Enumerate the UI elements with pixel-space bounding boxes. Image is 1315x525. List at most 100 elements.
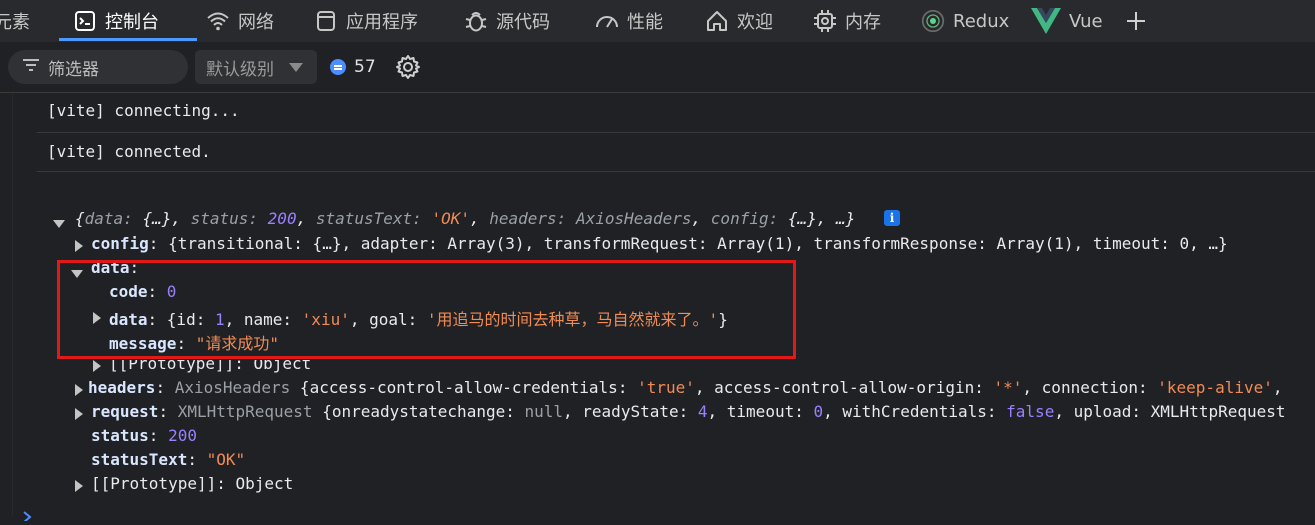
console-message[interactable]: [vite] connecting...	[37, 93, 1315, 133]
tab-label: 元素	[0, 12, 30, 33]
config-property[interactable]: config: {transitional: {…}, adapter: Arr…	[91, 234, 1228, 253]
expand-arrow-closed[interactable]	[75, 405, 83, 424]
summary-value: {…}	[787, 209, 817, 228]
tab-label: 应用程序	[346, 12, 418, 33]
property-key: config	[91, 234, 149, 253]
expand-arrow-closed[interactable]	[93, 357, 101, 376]
property-text: {access-control-allow-credentials:	[290, 378, 638, 397]
expand-arrow-closed[interactable]	[75, 477, 83, 496]
response-object-summary[interactable]: {data: {…}, status: 200, statusText: 'OK…	[75, 209, 855, 228]
bug-icon	[464, 9, 488, 33]
summary-key: config	[710, 209, 769, 228]
expand-arrow-closed[interactable]	[75, 381, 83, 400]
comma: ,	[296, 209, 316, 228]
property-text: , upload: XMLHttpRequest	[1054, 402, 1286, 421]
performance-icon	[595, 9, 619, 33]
tab-welcome[interactable]: 欢迎	[705, 0, 773, 42]
plus-icon	[1124, 9, 1148, 33]
property-text: {onreadystatechange:	[312, 402, 525, 421]
settings-gear-icon[interactable]	[395, 54, 421, 84]
console-message-text: [vite] connected.	[47, 142, 211, 161]
tab-label: 控制台	[105, 12, 159, 33]
console-icon	[73, 9, 97, 33]
tab-elements[interactable]: 元素	[0, 0, 30, 42]
colon: :	[187, 450, 207, 469]
tab-label: 内存	[845, 12, 881, 33]
property-type: XMLHttpRequest	[177, 402, 313, 421]
property-value: 'true'	[637, 378, 695, 397]
property-value: 4	[697, 402, 708, 421]
log-level-label: 默认级别	[206, 59, 274, 80]
tab-console[interactable]: 控制台	[73, 0, 159, 42]
filter-placeholder: 筛选器	[48, 59, 99, 80]
summary-key: data	[84, 209, 124, 228]
tab-label: 源代码	[496, 12, 550, 33]
tab-label: 网络	[238, 12, 274, 33]
status-property[interactable]: status: 200	[91, 426, 197, 445]
property-value: '*'	[993, 378, 1023, 397]
property-text: , connection:	[1022, 378, 1158, 397]
comma: ,	[469, 209, 490, 228]
home-icon	[705, 9, 729, 33]
request-property[interactable]: request: XMLHttpRequest {onreadystatecha…	[91, 402, 1286, 421]
property-key: request	[91, 402, 159, 421]
memory-chip-icon	[813, 9, 837, 33]
message-count-value: 57	[354, 57, 376, 77]
devtools-tab-bar: 元素 控制台 网络 应用程序 源代码 性能 欢迎 内存 Redux Vue	[0, 0, 1315, 43]
tab-redux[interactable]: Redux	[921, 0, 1009, 42]
chevron-down-icon	[289, 63, 303, 72]
property-value: "OK"	[206, 450, 246, 469]
property-value: null	[524, 402, 564, 421]
property-value: 200	[168, 426, 197, 445]
wifi-icon	[206, 9, 230, 33]
filter-icon	[22, 57, 40, 77]
tab-label: 性能	[627, 12, 663, 33]
statustext-property[interactable]: statusText: "OK"	[91, 450, 245, 469]
expand-arrow-closed[interactable]	[75, 237, 83, 256]
summary-value: AxiosHeaders	[575, 209, 692, 228]
property-text: , timeout:	[707, 402, 814, 421]
info-icon[interactable]: i	[884, 210, 900, 226]
property-type: AxiosHeaders	[174, 378, 291, 397]
property-value: 0	[813, 402, 824, 421]
message-count[interactable]: 57	[330, 54, 376, 80]
summary-key: statusText	[315, 209, 413, 228]
brace: {	[75, 209, 85, 228]
colon: :	[158, 402, 178, 421]
tab-performance[interactable]: 性能	[595, 0, 663, 42]
filter-input[interactable]: 筛选器	[8, 50, 188, 84]
tab-label: 欢迎	[737, 12, 773, 33]
property-text: [[Prototype]]: Object	[91, 474, 294, 493]
headers-property[interactable]: headers: AxiosHeaders {access-control-al…	[88, 378, 1283, 397]
property-value: 'keep-alive'	[1157, 378, 1273, 397]
application-icon	[314, 9, 338, 33]
gutter-divider	[12, 93, 13, 516]
vue-logo-icon	[1031, 8, 1061, 34]
property-value: {transitional: {…}, adapter: Array(3), t…	[168, 234, 1228, 253]
tab-application[interactable]: 应用程序	[314, 0, 418, 42]
property-text: , access-control-allow-origin:	[694, 378, 994, 397]
active-tab-indicator	[59, 38, 197, 41]
summary-key: headers	[489, 209, 557, 228]
property-key: statusText	[91, 450, 188, 469]
property-text: ,	[1272, 378, 1283, 397]
summary-tail: , …}	[816, 209, 856, 228]
log-level-select[interactable]: 默认级别	[195, 50, 317, 84]
tab-label: Redux	[953, 10, 1010, 32]
add-tab-button[interactable]	[1124, 0, 1156, 42]
console-message-text: [vite] connecting...	[47, 101, 240, 120]
comma: ,	[691, 209, 711, 228]
prototype-property[interactable]: [[Prototype]]: Object	[91, 474, 293, 493]
tab-network[interactable]: 网络	[206, 0, 274, 42]
expand-arrow-open[interactable]	[53, 213, 65, 232]
tab-vue[interactable]: Vue	[1031, 0, 1103, 42]
property-key: status	[91, 426, 149, 445]
tab-sources[interactable]: 源代码	[464, 0, 550, 42]
property-value: false	[1006, 402, 1055, 421]
console-message[interactable]: [vite] connected.	[37, 133, 1315, 172]
message-bubble-icon	[330, 59, 346, 75]
colon: :	[123, 209, 143, 228]
tab-memory[interactable]: 内存	[813, 0, 881, 42]
highlight-annotation-box	[57, 260, 796, 359]
property-text: , withCredentials:	[823, 402, 1007, 421]
